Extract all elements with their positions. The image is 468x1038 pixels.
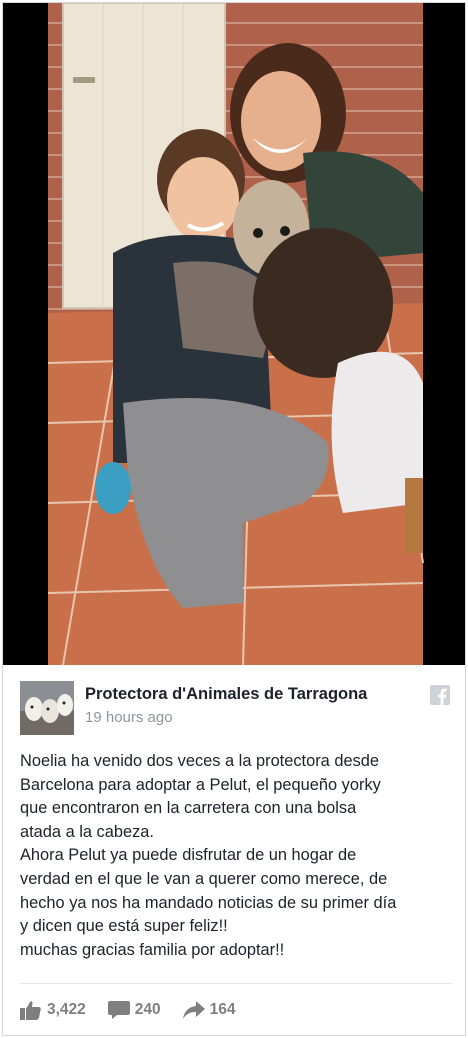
like-count[interactable]: 3,422 — [20, 1000, 86, 1020]
page-name-link[interactable]: Protectora d'Animales de Tarragona — [85, 685, 367, 704]
engagement-stats: 3,422 240 164 — [20, 997, 258, 1023]
share-count-text: 164 — [209, 1001, 236, 1018]
comment-count-text: 240 — [134, 1001, 161, 1018]
post-text-line: atada a la cabeza. — [20, 822, 154, 841]
post-message: Noelia ha venido dos veces a la protecto… — [20, 750, 455, 962]
post-text-line: hecho ya nos ha mandado noticias de su p… — [20, 893, 397, 912]
comment-icon — [107, 1001, 130, 1019]
facebook-post-card: Protectora d'Animales de Tarragona 19 ho… — [2, 2, 466, 1036]
post-text-line: que encontraron en la carretera con una … — [20, 799, 357, 818]
share-arrow-icon — [182, 1001, 205, 1019]
post-text-line: y dicen que está super feliz!! — [20, 917, 228, 936]
share-count[interactable]: 164 — [182, 1000, 236, 1020]
thumbs-up-icon — [20, 1001, 41, 1020]
comment-count[interactable]: 240 — [107, 1000, 161, 1020]
post-photo[interactable] — [3, 3, 465, 665]
stats-divider — [20, 983, 452, 984]
post-timestamp[interactable]: 19 hours ago — [85, 709, 173, 726]
post-body: Protectora d'Animales de Tarragona 19 ho… — [3, 665, 465, 1035]
post-text-line: verdad en el que le van a querer como me… — [20, 869, 388, 888]
post-text-line: Noelia ha venido dos veces a la protecto… — [20, 752, 380, 770]
post-text-line: Ahora Pelut ya puede disfrutar de un hog… — [20, 846, 357, 865]
post-text-line: Barcelona para adoptar a Pelut, el peque… — [20, 775, 381, 794]
like-count-text: 3,422 — [47, 1001, 86, 1018]
post-text-line: muchas gracias familia por adoptar!! — [20, 940, 285, 959]
page-avatar[interactable] — [20, 681, 74, 735]
facebook-icon[interactable] — [430, 685, 450, 705]
